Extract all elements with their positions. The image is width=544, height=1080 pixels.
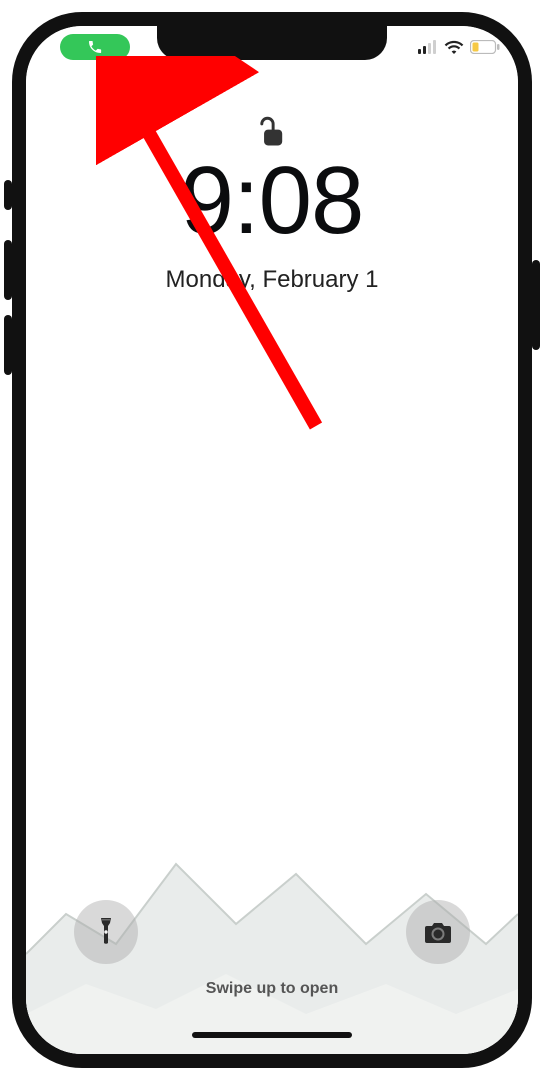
lock-open-icon [258,116,286,150]
battery-icon [470,40,500,54]
wifi-icon [444,40,464,54]
phone-frame: 9:08 Monday, February 1 Swipe up to open [12,12,532,1068]
swipe-hint: Swipe up to open [26,980,518,998]
volume-down-button [4,315,12,375]
camera-button[interactable] [406,900,470,964]
status-bar-right [390,34,500,60]
power-button [532,260,540,350]
call-pill[interactable] [60,34,130,60]
mute-switch [4,180,12,210]
volume-up-button [4,240,12,300]
lock-screen-time: 9:08 [26,146,518,256]
notch [157,26,387,60]
home-indicator[interactable] [192,1032,352,1038]
status-bar-left [50,34,140,60]
annotation-arrow [96,56,356,456]
lock-screen-date: Monday, February 1 [26,266,518,294]
cellular-signal-icon [418,40,438,54]
camera-icon [423,920,453,944]
phone-icon [87,39,103,55]
flashlight-button[interactable] [74,900,138,964]
lock-screen[interactable]: 9:08 Monday, February 1 Swipe up to open [26,26,518,1054]
flashlight-icon [94,917,118,947]
